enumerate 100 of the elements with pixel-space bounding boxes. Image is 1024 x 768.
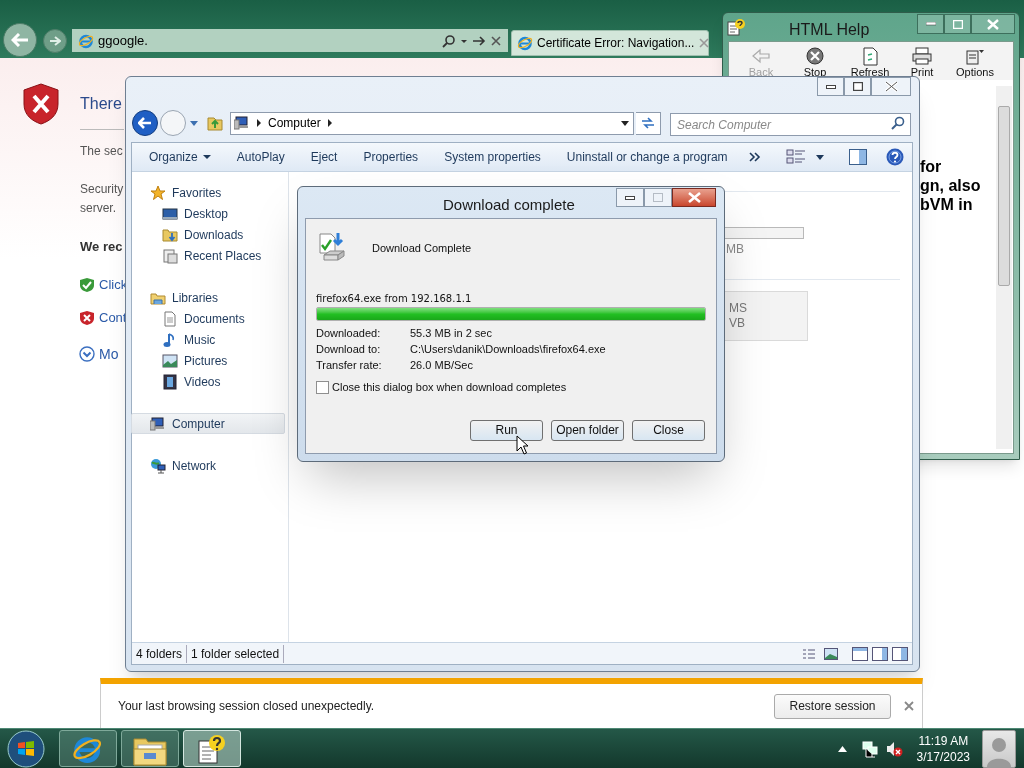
shield-check-icon — [79, 277, 95, 293]
download-complete-icon — [316, 231, 348, 263]
taskbar-button[interactable] — [59, 730, 117, 767]
close-icon[interactable] — [698, 37, 711, 49]
restore-session-button[interactable]: Restore session — [774, 693, 891, 719]
layout-icon[interactable] — [892, 646, 908, 661]
checkbox-label: Close this dialog box when download completes — [332, 380, 567, 395]
nav-item[interactable]: Downloads — [132, 224, 288, 245]
user-avatar[interactable] — [982, 729, 1016, 768]
chevron-icon — [326, 119, 333, 127]
error-text: The sec — [80, 143, 124, 160]
layout-icon[interactable] — [852, 646, 868, 661]
toolbar-button[interactable]: Refresh — [843, 47, 897, 78]
address-text: ggoogle. — [98, 31, 148, 50]
close-icon[interactable] — [490, 34, 502, 47]
address-bar[interactable]: ggoogle. — [72, 29, 508, 52]
link[interactable]: Cont — [99, 308, 127, 328]
clock-date: 3/17/2023 — [916, 748, 970, 765]
help-text: for — [920, 157, 943, 176]
file-text: firefox64.exe from 192.168.1.1 — [316, 292, 473, 305]
recent-icon — [162, 247, 178, 264]
minimize-button[interactable] — [817, 77, 844, 96]
videos-icon — [162, 373, 178, 390]
toolbar-button[interactable]: System properties — [431, 145, 554, 169]
nav-item[interactable]: Pictures — [132, 350, 288, 371]
refresh-button[interactable] — [636, 111, 661, 135]
nav-item[interactable]: Libraries — [132, 287, 288, 308]
nav-item[interactable]: Recent Places — [132, 245, 288, 266]
nav-item[interactable]: Desktop — [132, 203, 288, 224]
start-button-icon[interactable] — [7, 729, 45, 768]
status-text: 4 folders — [132, 644, 188, 663]
detail-value: 26.0 MB/Sec — [410, 357, 473, 373]
toolbar-button[interactable]: Stop — [791, 47, 839, 78]
toolbar-button[interactable]: AutoPlay — [223, 145, 298, 169]
nav-item[interactable]: Computer — [131, 413, 285, 434]
stop-icon — [804, 47, 826, 66]
dialog-button[interactable]: Run — [470, 419, 543, 441]
preview-pane-icon[interactable] — [849, 149, 867, 165]
more-chevron-icon[interactable] — [748, 152, 761, 162]
help-icon[interactable] — [886, 148, 904, 166]
computer-icon — [150, 415, 166, 432]
toolbar-button[interactable]: Options — [947, 47, 1003, 78]
search-icon — [891, 115, 905, 130]
caret-icon[interactable] — [620, 119, 630, 127]
browser-icon — [78, 32, 94, 49]
drive-size-text: MB — [726, 241, 744, 258]
detail-value: C:\Users\danik\Downloads\firefox64.exe — [410, 341, 606, 357]
address-bar[interactable]: Computer — [230, 111, 634, 135]
show-hidden-icons-icon[interactable] — [837, 745, 847, 752]
back-button[interactable] — [132, 110, 158, 136]
minimize-icon — [625, 195, 635, 200]
nav-item[interactable]: Documents — [132, 308, 288, 329]
dialog-title: Download complete — [443, 195, 575, 215]
error-text: Security — [80, 181, 124, 198]
minimize-icon — [925, 22, 936, 26]
minimize-button[interactable] — [616, 188, 644, 207]
caret-icon — [202, 154, 211, 160]
toolbar-button[interactable]: Print — [901, 47, 943, 78]
link[interactable]: Mo — [99, 343, 119, 365]
network-icon[interactable] — [860, 739, 879, 758]
toolbar-button[interactable]: Eject — [297, 145, 351, 169]
search-icon[interactable] — [442, 33, 456, 48]
toolbar-button[interactable]: Properties — [350, 145, 432, 169]
view-options-icon[interactable] — [786, 148, 806, 166]
pictures-icon — [162, 352, 178, 369]
close-icon[interactable] — [904, 701, 914, 711]
dialog-button[interactable]: Open folder — [551, 419, 624, 441]
drive-tile[interactable]: MS VB — [725, 291, 808, 341]
search-field[interactable]: Search Computer — [670, 113, 911, 136]
toolbar-button[interactable]: Organize — [136, 145, 224, 169]
browser-tab[interactable]: Certificate Error: Navigation... — [511, 30, 709, 56]
go-arrow-icon[interactable] — [472, 34, 486, 47]
thumbnail-view-icon[interactable] — [824, 647, 838, 660]
layout-icon[interactable] — [872, 646, 888, 661]
dialog-button[interactable]: Close — [632, 419, 705, 441]
drive-tile-text: VB — [729, 316, 746, 331]
maximize-button[interactable] — [844, 77, 871, 96]
back-arrow-icon — [138, 117, 152, 129]
back-arrow-icon — [11, 33, 29, 47]
caret-icon[interactable] — [815, 153, 825, 161]
nav-item[interactable]: Videos — [132, 371, 288, 392]
refresh-icon — [640, 116, 656, 130]
print-icon — [911, 47, 933, 66]
nav-item[interactable]: Network — [132, 455, 288, 476]
close-icon — [884, 81, 898, 92]
checkbox[interactable] — [316, 380, 329, 394]
taskbar-button[interactable] — [121, 730, 179, 767]
scrollbar[interactable] — [996, 86, 1012, 449]
restore-icon — [852, 82, 863, 91]
toolbar-button[interactable]: Uninstall or change a program — [553, 145, 741, 169]
close-button[interactable] — [971, 14, 1015, 34]
maximize-button[interactable] — [944, 14, 971, 34]
recommendation-text: We rec — [80, 238, 124, 256]
error-heading: There — [80, 94, 123, 113]
minimize-icon — [825, 84, 836, 89]
nav-item[interactable]: Music — [132, 329, 288, 350]
nav-item[interactable]: Favorites — [132, 182, 288, 203]
detail-value: 55.3 MB in 2 sec — [410, 325, 492, 341]
close-button[interactable] — [672, 188, 716, 207]
options-icon — [964, 47, 986, 66]
